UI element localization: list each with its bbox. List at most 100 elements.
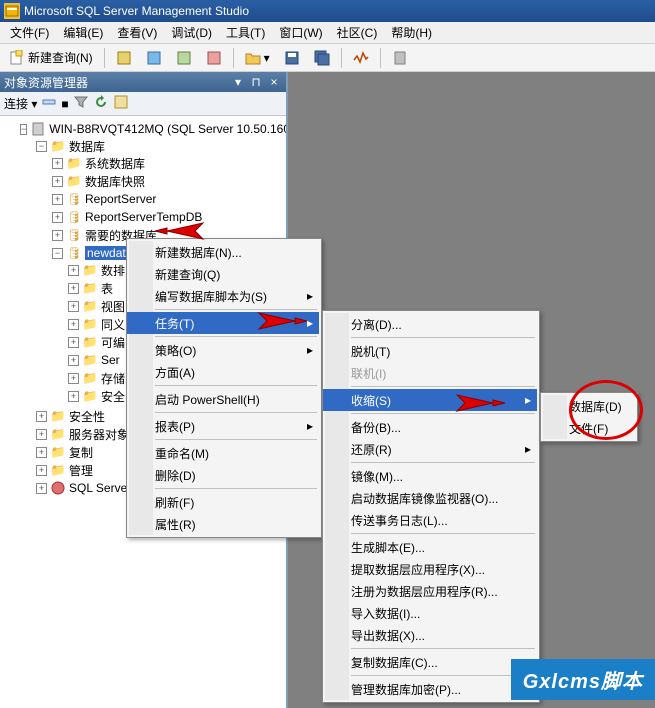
expander-icon[interactable]: − xyxy=(20,124,27,135)
menu-window[interactable]: 窗口(W) xyxy=(273,22,328,43)
expander-icon[interactable]: + xyxy=(68,355,79,366)
menu-debug[interactable]: 调试(D) xyxy=(165,22,218,43)
save-all-button[interactable] xyxy=(309,47,335,69)
activity-monitor-button[interactable] xyxy=(348,47,374,69)
open-file-button[interactable]: ▾ xyxy=(240,47,275,69)
folder-icon: 📁 xyxy=(82,388,98,404)
ctx-extract-dac[interactable]: 提取数据层应用程序(X)... xyxy=(323,558,537,580)
expander-icon[interactable]: + xyxy=(68,337,79,348)
ctx-new-query[interactable]: 新建查询(Q) xyxy=(127,263,319,285)
ctx-shrink-database[interactable]: 数据库(D) xyxy=(541,395,635,417)
ctx-shrink[interactable]: 收缩(S)▸ xyxy=(323,389,537,411)
tree-sqlagent[interactable]: SQL Server xyxy=(69,481,131,495)
toolbar-btn-2[interactable] xyxy=(141,47,167,69)
expander-icon[interactable]: + xyxy=(36,447,47,458)
ctx-launch-mirror-monitor[interactable]: 启动数据库镜像监视器(O)... xyxy=(323,487,537,509)
tree-security[interactable]: 安全性 xyxy=(69,408,105,425)
ctx-detach[interactable]: 分离(D)... xyxy=(323,313,537,335)
ctx-gen-scripts[interactable]: 生成脚本(E)... xyxy=(323,536,537,558)
sql-agent-icon xyxy=(50,480,66,496)
tree-programmability[interactable]: 可编 xyxy=(101,334,125,351)
ctx-ship-log[interactable]: 传送事务日志(L)... xyxy=(323,509,537,531)
ctx-restore[interactable]: 还原(R)▸ xyxy=(323,438,537,460)
ctx-powershell[interactable]: 启动 PowerShell(H) xyxy=(127,388,319,410)
tree-management[interactable]: 管理 xyxy=(69,462,93,479)
menu-tools[interactable]: 工具(T) xyxy=(220,22,271,43)
expander-icon[interactable]: + xyxy=(36,465,47,476)
panel-pin-icon[interactable]: ⊓ xyxy=(248,75,264,89)
tree-synonyms[interactable]: 同义 xyxy=(101,316,125,333)
refresh-icon[interactable] xyxy=(93,94,109,113)
ctx-policies[interactable]: 策略(O)▸ xyxy=(127,339,319,361)
expander-icon[interactable]: + xyxy=(36,429,47,440)
ctx-offline[interactable]: 脱机(T) xyxy=(323,340,537,362)
menu-edit[interactable]: 编辑(E) xyxy=(57,22,109,43)
menu-community[interactable]: 社区(C) xyxy=(331,22,384,43)
ctx-script-db[interactable]: 编写数据库脚本为(S)▸ xyxy=(127,285,319,307)
panel-tb-btn-2[interactable]: ■ xyxy=(61,97,68,111)
toolbar-btn-3[interactable] xyxy=(171,47,197,69)
expander-icon[interactable]: + xyxy=(68,265,79,276)
expander-icon[interactable]: + xyxy=(52,194,63,205)
ctx-manage-encryption[interactable]: 管理数据库加密(P)... xyxy=(323,678,537,700)
ctx-reports[interactable]: 报表(P)▸ xyxy=(127,415,319,437)
expander-icon[interactable]: + xyxy=(68,301,79,312)
expander-icon[interactable]: − xyxy=(36,141,47,152)
ctx-facets[interactable]: 方面(A) xyxy=(127,361,319,383)
menu-view[interactable]: 查看(V) xyxy=(111,22,163,43)
tree-server[interactable]: WIN-B8RVQT412MQ (SQL Server 10.50.1600 - xyxy=(49,122,286,136)
panel-close-icon[interactable]: × xyxy=(266,75,282,89)
tree-reportserver[interactable]: ReportServer xyxy=(85,192,156,206)
expander-icon[interactable]: + xyxy=(68,283,79,294)
filter-icon[interactable] xyxy=(73,94,89,113)
ctx-delete[interactable]: 删除(D) xyxy=(127,464,319,486)
panel-tb-btn-1[interactable] xyxy=(41,94,57,113)
expander-icon[interactable]: + xyxy=(52,212,63,223)
menu-help[interactable]: 帮助(H) xyxy=(385,22,438,43)
toolbar-btn-1[interactable] xyxy=(111,47,137,69)
expander-icon[interactable]: + xyxy=(68,391,79,402)
tree-security-inner[interactable]: 安全 xyxy=(101,388,125,405)
ctx-mirror[interactable]: 镜像(M)... xyxy=(323,465,537,487)
panel-dropdown-icon[interactable]: ▾ xyxy=(230,75,246,89)
ctx-tasks[interactable]: 任务(T)▸ xyxy=(127,312,319,334)
ctx-backup[interactable]: 备份(B)... xyxy=(323,416,537,438)
expander-icon[interactable]: + xyxy=(52,230,63,241)
tree-serverobjects[interactable]: 服务器对象 xyxy=(69,426,129,443)
connect-button[interactable]: 连接 ▾ xyxy=(4,95,37,112)
tree-replication[interactable]: 复制 xyxy=(69,444,93,461)
ctx-rename[interactable]: 重命名(M) xyxy=(127,442,319,464)
ctx-shrink-files[interactable]: 文件(F) xyxy=(541,417,635,439)
tree-tables[interactable]: 表 xyxy=(101,280,113,297)
tree-views[interactable]: 视图 xyxy=(101,298,125,315)
tree-sysdb[interactable]: 系统数据库 xyxy=(85,155,145,172)
expander-icon[interactable]: + xyxy=(68,373,79,384)
ctx-register-dac[interactable]: 注册为数据层应用程序(R)... xyxy=(323,580,537,602)
tree-snapshot[interactable]: 数据库快照 xyxy=(85,173,145,190)
new-query-button[interactable]: 新建查询(N) xyxy=(4,47,98,69)
tree-databases[interactable]: 数据库 xyxy=(69,138,105,155)
menu-file[interactable]: 文件(F) xyxy=(4,22,55,43)
tree-storage[interactable]: 存储 xyxy=(101,370,125,387)
panel-tb-btn-5[interactable] xyxy=(113,94,129,113)
expander-icon[interactable]: + xyxy=(36,483,47,494)
tree-diagrams[interactable]: 数排 xyxy=(101,262,125,279)
expander-icon[interactable]: + xyxy=(52,158,63,169)
expander-icon[interactable]: + xyxy=(36,411,47,422)
expander-icon[interactable]: + xyxy=(68,319,79,330)
expander-icon[interactable]: − xyxy=(52,248,63,259)
tree-reportservertemp[interactable]: ReportServerTempDB xyxy=(85,210,202,224)
tree-servicebroker[interactable]: Ser xyxy=(101,353,120,367)
ctx-new-database[interactable]: 新建数据库(N)... xyxy=(127,241,319,263)
ctx-copy-db[interactable]: 复制数据库(C)... xyxy=(323,651,537,673)
ctx-import-data[interactable]: 导入数据(I)... xyxy=(323,602,537,624)
ctx-refresh[interactable]: 刷新(F) xyxy=(127,491,319,513)
menu-separator xyxy=(155,439,317,440)
expander-icon[interactable]: + xyxy=(52,176,63,187)
registered-servers-button[interactable] xyxy=(387,47,413,69)
ctx-export-data[interactable]: 导出数据(X)... xyxy=(323,624,537,646)
toolbar-separator xyxy=(380,48,381,68)
save-button[interactable] xyxy=(279,47,305,69)
toolbar-btn-4[interactable] xyxy=(201,47,227,69)
ctx-properties[interactable]: 属性(R) xyxy=(127,513,319,535)
